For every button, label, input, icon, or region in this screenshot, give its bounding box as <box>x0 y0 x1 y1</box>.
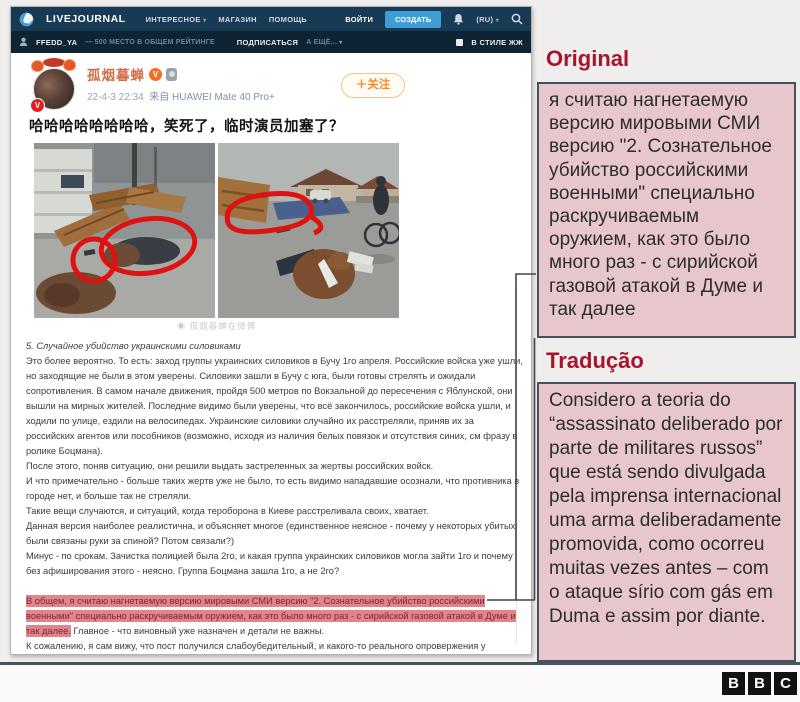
post-content-area: V 孤烟暮蝉 V 22-4-3 22:34 来自 HUAWEI Mate 40 … <box>11 53 531 654</box>
livejournal-brand: LIVEJOURNAL <box>46 13 126 25</box>
weibo-vip-icon: V <box>149 68 162 81</box>
style-checkbox-icon[interactable] <box>456 39 463 46</box>
footer-area <box>0 665 800 702</box>
bucha-photo-left[interactable] <box>34 143 215 318</box>
post-section-heading: 5. Случайное убийство украинскими силови… <box>26 339 525 354</box>
nav-help[interactable]: ПОМОЩЬ <box>269 15 307 24</box>
bbc-logo: B B C <box>722 672 797 695</box>
weibo-username[interactable]: 孤烟暮蝉 <box>87 64 145 84</box>
post-timestamp: 22-4-3 22:34 <box>87 92 144 103</box>
livejournal-logo-icon <box>19 12 34 27</box>
nav-shop[interactable]: МАГАЗИН <box>218 15 256 24</box>
post-paragraph: К сожалению, я сам вижу, что пост получи… <box>26 639 525 654</box>
profile-username[interactable]: FFEDD_YA <box>36 38 77 47</box>
original-text-box: я считаю нагнетаемую версию мировыми СМИ… <box>537 82 796 338</box>
post-paragraph: Это более вероятно. То есть: заход групп… <box>26 354 525 459</box>
create-account-button[interactable]: СОЗДАТЬ <box>385 11 441 28</box>
weibo-avatar[interactable]: V <box>31 62 78 112</box>
search-icon[interactable] <box>511 13 523 25</box>
livejournal-screenshot: LIVEJOURNAL ИНТЕРЕСНОЕ ▾ МАГАЗИН ПОМОЩЬ … <box>10 6 532 655</box>
medal-icon <box>166 68 177 81</box>
post-paragraph: И что примечательно - больше таких жертв… <box>26 474 525 504</box>
chevron-down-icon: ▾ <box>339 40 342 46</box>
post-paragraph: После этого, поняв ситуацию, они решили … <box>26 459 525 474</box>
post-paragraph: Данная версия наиболее реалистична, и об… <box>26 519 525 549</box>
avatar-ornament <box>63 59 76 71</box>
subscribe-button[interactable]: ПОДПИСАТЬСЯ <box>237 38 298 47</box>
nav-interesting[interactable]: ИНТЕРЕСНОЕ ▾ <box>146 15 207 24</box>
post-body-text: 5. Случайное убийство украинскими силови… <box>26 339 525 654</box>
original-label: Original <box>546 46 629 72</box>
bell-icon[interactable] <box>453 13 464 25</box>
traducao-text-box: Considero a teoria do “assassinato delib… <box>537 382 796 662</box>
lj-style-toggle[interactable]: В СТИЛЕ ЖЖ <box>471 38 523 47</box>
user-icon <box>19 37 28 47</box>
profile-rank: — 500 МЕСТО В ОБЩЕМ РЕЙТИНГЕ <box>85 39 214 46</box>
follow-button[interactable]: ＋关注 <box>341 73 405 98</box>
bucha-photo-right[interactable] <box>218 143 399 318</box>
weibo-post-meta: 22-4-3 22:34 来自 HUAWEI Mate 40 Pro+ <box>87 88 275 103</box>
post-paragraph: Минус - по срокам. Зачистка полицией был… <box>26 549 525 579</box>
verified-badge-icon: V <box>30 98 45 113</box>
post-photos <box>34 143 399 318</box>
more-menu[interactable]: А ЕЩЁ... ▾ <box>306 39 342 46</box>
after-highlight-text: Главное - что виновный уже назначен и де… <box>71 626 324 636</box>
chevron-down-icon: ▾ <box>496 18 499 24</box>
livejournal-profile-bar: FFEDD_YA — 500 МЕСТО В ОБЩЕМ РЕЙТИНГЕ ПО… <box>11 31 531 53</box>
bottom-divider <box>0 662 800 665</box>
avatar-ornament <box>43 58 65 67</box>
post-paragraph: Такие вещи случаются, и ситуаций, когда … <box>26 504 525 519</box>
bbc-logo-letter: B <box>748 672 771 695</box>
traducao-label: Tradução <box>546 348 644 374</box>
livejournal-top-navbar: LIVEJOURNAL ИНТЕРЕСНОЕ ▾ МАГАЗИН ПОМОЩЬ … <box>11 7 531 31</box>
language-selector[interactable]: (RU) ▾ <box>476 15 499 24</box>
login-button[interactable]: ВОЙТИ <box>345 15 373 24</box>
post-source[interactable]: 来自 HUAWEI Mate 40 Pro+ <box>149 92 275 103</box>
weibo-watermark: ◉ 孤烟暮蝉在微博 <box>34 320 399 332</box>
weibo-post-title: 哈哈哈哈哈哈哈哈，笑死了，临时演员加塞了？ <box>29 115 344 136</box>
chevron-down-icon: ▾ <box>203 18 206 24</box>
bbc-logo-letter: B <box>722 672 745 695</box>
post-paragraph-highlighted: В общем, я считаю нагнетаемую версию мир… <box>26 594 525 639</box>
bbc-logo-letter: C <box>774 672 797 695</box>
